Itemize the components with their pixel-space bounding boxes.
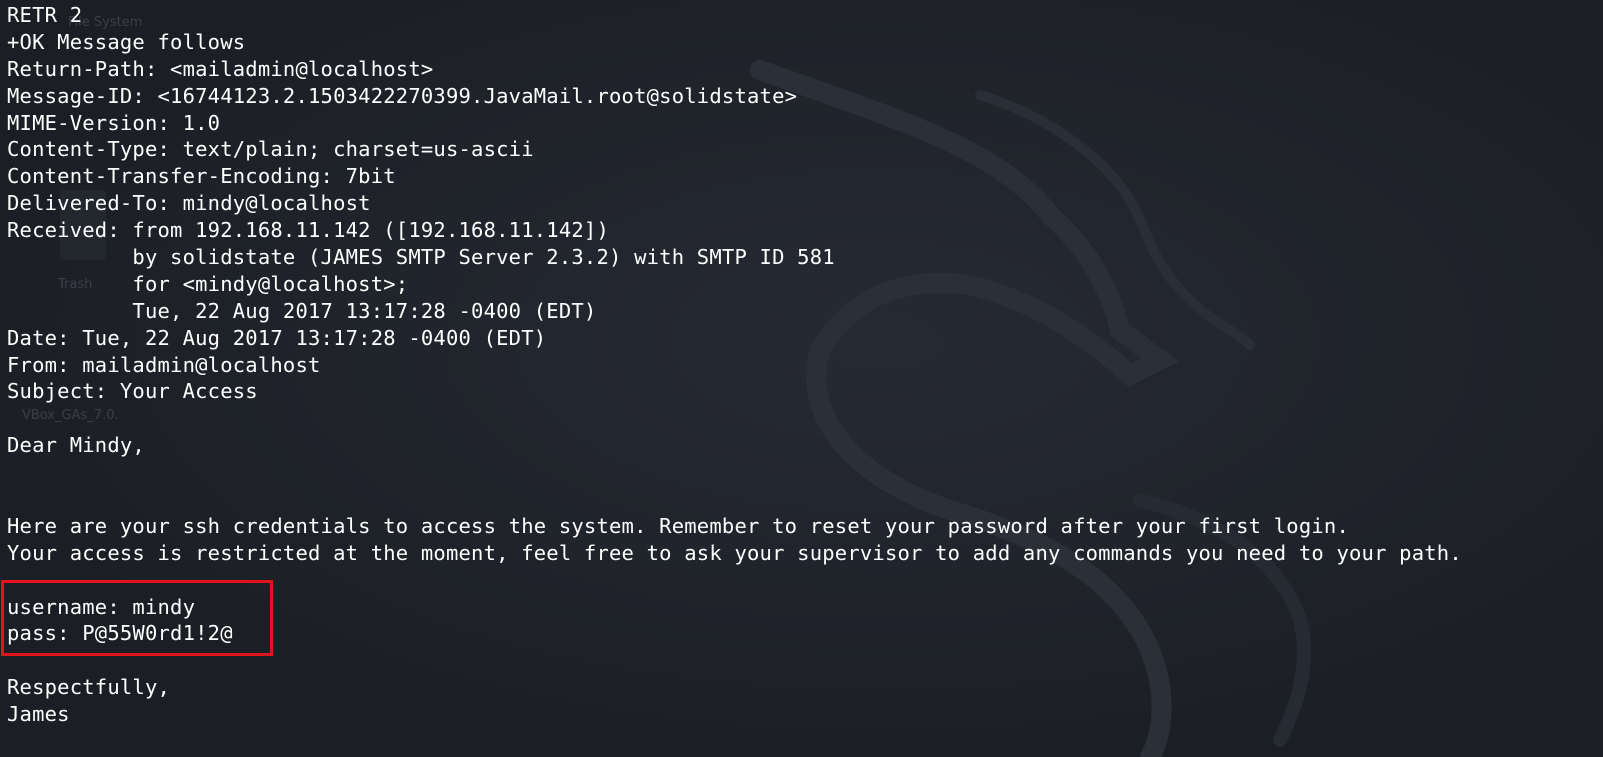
credentials-highlight-box xyxy=(1,580,273,656)
terminal-line: Your access is restricted at the moment,… xyxy=(7,540,1462,565)
terminal-line: Return-Path: <mailadmin@localhost> xyxy=(7,56,434,81)
terminal-line: for <mindy@localhost>; xyxy=(7,271,409,296)
terminal-line: by solidstate (JAMES SMTP Server 2.3.2) … xyxy=(7,245,835,270)
terminal-line: Content-Transfer-Encoding: 7bit xyxy=(7,164,396,189)
terminal-line: From: mailadmin@localhost xyxy=(7,352,321,377)
terminal-line: Date: Tue, 22 Aug 2017 13:17:28 -0400 (E… xyxy=(7,325,547,350)
terminal-line: Subject: Your Access xyxy=(7,379,258,404)
terminal-line: Here are your ssh credentials to access … xyxy=(7,513,1349,538)
terminal-line: +OK Message follows xyxy=(7,29,246,54)
terminal-line: Respectfully, xyxy=(7,675,171,700)
terminal-line: Dear Mindy, xyxy=(7,433,145,458)
terminal-line: MIME-Version: 1.0 xyxy=(7,110,221,135)
terminal-line: James xyxy=(7,702,70,727)
terminal-line: RETR 2 xyxy=(7,3,83,27)
terminal-line: Tue, 22 Aug 2017 13:17:28 -0400 (EDT) xyxy=(7,298,597,323)
terminal-line: Delivered-To: mindy@localhost xyxy=(7,191,371,216)
terminal-line: Content-Type: text/plain; charset=us-asc… xyxy=(7,137,534,162)
terminal-line: Message-ID: <16744123.2.1503422270399.Ja… xyxy=(7,83,798,108)
terminal-line: Received: from 192.168.11.142 ([192.168.… xyxy=(7,218,610,243)
terminal-output[interactable]: RETR 2 +OK Message follows Return-Path: … xyxy=(1,2,1597,728)
